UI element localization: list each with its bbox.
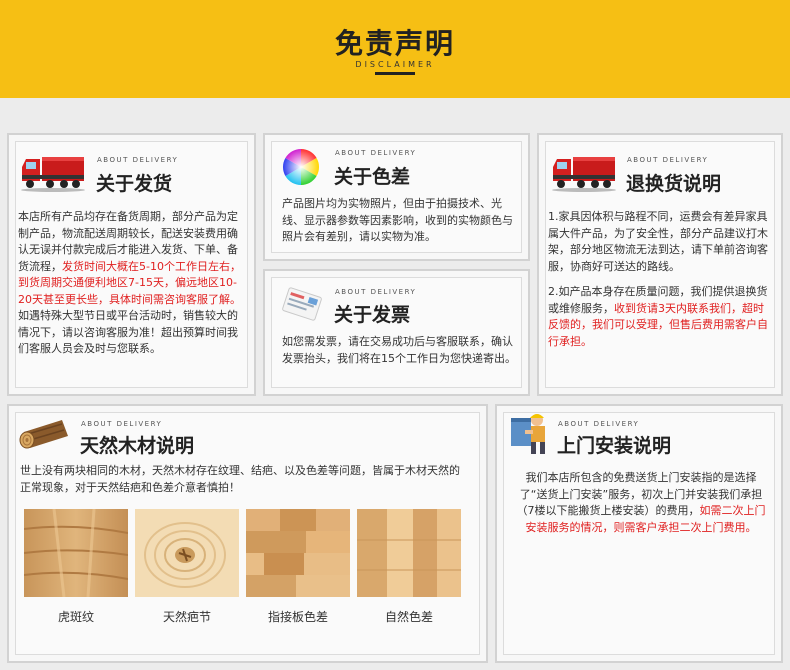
returns-text-1: 1.家具因体积与路程不同，运费会有差异家具属大件产品，为了安全性，部分产品建议打… (548, 210, 768, 273)
delivery-title: 关于发货 (96, 173, 173, 195)
wood-about-label: ABOUT DELIVERY (81, 420, 163, 428)
wood-text: 世上没有两块相同的木材，天然木材存在纹理、结疤、以及色差等问题，皆属于木材天然的… (20, 464, 460, 494)
page-subtitle: DISCLAIMER (355, 60, 435, 69)
page-header: 免责声明 DISCLAIMER (0, 0, 790, 98)
install-about-label: ABOUT DELIVERY (558, 420, 640, 428)
color-wheel-icon (282, 149, 320, 185)
wood-sample-tiger-stripe (24, 509, 128, 597)
log-icon (19, 420, 68, 449)
wood-sample-label: 指接板色差 (267, 610, 328, 624)
returns-text-2: 2.如产品本身存在质量问题，我们提供退换货或维修服务，收到货请3天内联系我们，超… (548, 284, 774, 350)
wood-sample-knot (135, 509, 239, 597)
returns-about-label: ABOUT DELIVERY (627, 156, 709, 164)
installer-worker-icon (511, 414, 545, 454)
invoice-text: 如您需发票，请在交易成功后与客服联系，确认发票抬头，我们将在15个工作日为您快递… (282, 335, 516, 365)
truck-icon (21, 157, 85, 192)
color-diff-text: 产品图片均为实物照片，但由于拍摄技术、光线、显示器参数等因素影响，收到的实物颜色… (282, 197, 513, 243)
color-diff-about-label: ABOUT DELIVERY (335, 149, 417, 157)
invoice-title: 关于发票 (334, 304, 411, 326)
invoice-about-label: ABOUT DELIVERY (335, 288, 417, 296)
truck-icon-returns (552, 157, 616, 192)
install-title: 上门安装说明 (557, 435, 672, 457)
wood-sample-label: 自然色差 (384, 610, 433, 624)
wood-title: 天然木材说明 (80, 435, 195, 457)
delivery-text: 本店所有产品均存在备货周期，部分产品为定制产品，物流配送周期较长，配送安装费用确… (18, 209, 246, 358)
install-text: 我们本店所包含的免费送货上门安装指的是选择了“送货上门安装”服务，初次上门并安装… (512, 470, 770, 536)
wood-sample-natural (357, 509, 461, 597)
invoice-card-icon (282, 287, 322, 321)
wood-sample-label: 虎斑纹 (57, 610, 94, 624)
wood-sample-finger-joint (246, 509, 350, 597)
page-title: 免责声明 (334, 27, 455, 60)
wood-sample-label: 天然疤节 (162, 610, 211, 624)
title-underline (375, 72, 415, 75)
delivery-text-tail: 如遇特殊大型节日或平台活动时，销售较大的情况下，请以咨询客服为准！超出预算时间我… (18, 309, 238, 355)
color-diff-title: 关于色差 (334, 166, 411, 188)
returns-title: 退换货说明 (626, 173, 722, 195)
delivery-about-label: ABOUT DELIVERY (97, 156, 179, 164)
